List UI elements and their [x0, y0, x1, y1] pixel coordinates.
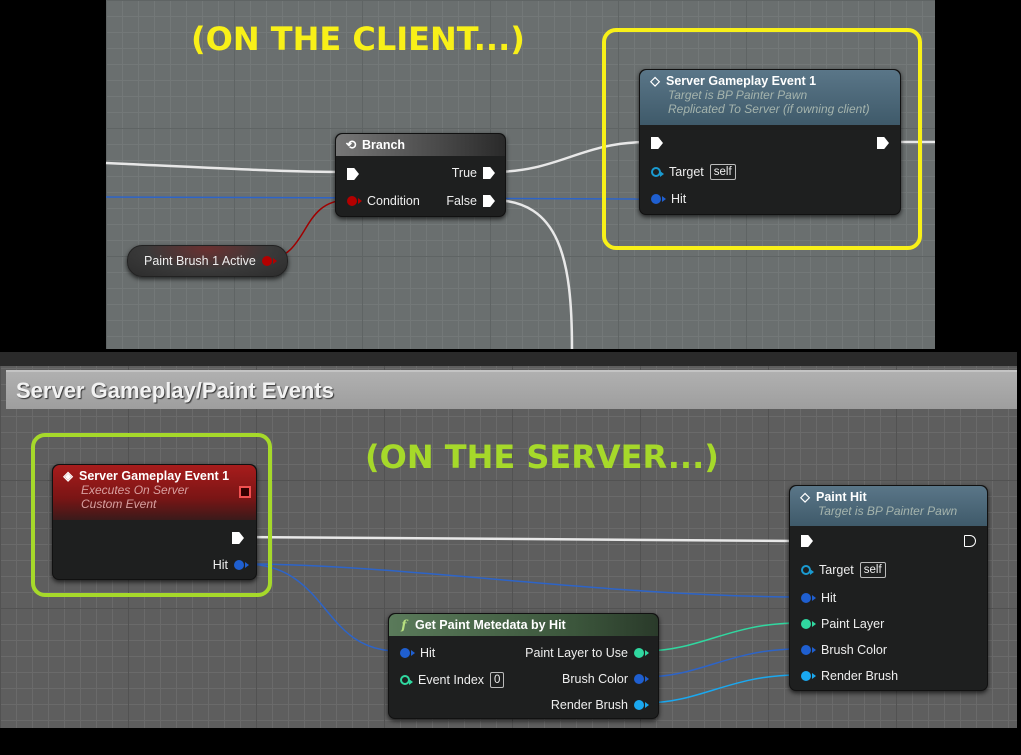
exec-in-pin[interactable] — [347, 168, 359, 180]
variable-label: Paint Brush 1 Active — [144, 254, 256, 268]
struct-wire-color — [644, 648, 799, 678]
exec-in-pin[interactable] — [651, 137, 663, 149]
condition-pin[interactable] — [347, 196, 362, 206]
exec-out-pin[interactable] — [232, 532, 244, 544]
hit-label: Hit — [671, 192, 687, 206]
custom-event-subtitle-2: Custom Event — [81, 497, 157, 511]
paint-layer-label: Paint Layer — [821, 617, 885, 631]
exec-out-pin[interactable] — [877, 137, 889, 149]
server-annotation: (ON THE SERVER...) — [365, 438, 719, 476]
client-annotation: (ON THE CLIENT...) — [191, 20, 525, 58]
server-custom-event-node[interactable]: ◈ Server Gameplay Event 1 Executes On Ser… — [52, 464, 257, 580]
render-brush-label: Render Brush — [821, 669, 899, 683]
paint-hit-subtitle: Target is BP Painter Pawn — [818, 504, 958, 518]
branch-node[interactable]: ⟲ Branch True Condition False — [335, 133, 506, 217]
custom-event-title: Server Gameplay Event 1 — [79, 469, 230, 483]
brush-color-label: Brush Color — [562, 672, 628, 686]
false-exec-pin[interactable] — [483, 195, 495, 207]
target-pin[interactable] — [651, 167, 664, 177]
render-brush-out-pin[interactable] — [634, 700, 649, 710]
hit-label: Hit — [212, 558, 228, 572]
paint-brush-active-variable[interactable]: Paint Brush 1 Active — [127, 245, 288, 277]
branch-icon: ⟲ — [345, 138, 357, 152]
target-label: Target — [819, 563, 854, 577]
event-index-input[interactable]: 0 — [490, 672, 505, 688]
paint-hit-node[interactable]: ◇ Paint Hit Target is BP Painter Pawn Tar… — [789, 485, 988, 691]
call-node-subtitle-1: Target is BP Painter Pawn — [668, 88, 808, 102]
target-label: Target — [669, 165, 704, 179]
cyan-wire-render — [644, 674, 799, 704]
hit-out-pin[interactable] — [234, 560, 249, 570]
false-label: False — [446, 194, 477, 208]
exec-wire-into-branch — [105, 161, 346, 174]
custom-event-icon: ◈ — [63, 469, 73, 483]
struct-wire-hit-to-painthit — [243, 563, 799, 598]
hit-label: Hit — [420, 646, 436, 660]
brush-color-in-pin[interactable] — [801, 645, 816, 655]
condition-label: Condition — [367, 194, 420, 208]
brush-color-label: Brush Color — [821, 643, 887, 657]
render-brush-label: Render Brush — [550, 698, 628, 712]
exec-in-pin[interactable] — [801, 535, 813, 547]
paint-layer-in-pin[interactable] — [801, 619, 816, 629]
true-label: True — [451, 166, 477, 180]
branch-title: Branch — [362, 138, 406, 152]
metadata-title: Get Paint Metedata by Hit — [415, 618, 566, 632]
event-index-label: Event Index — [418, 673, 485, 687]
target-value[interactable]: self — [859, 562, 886, 578]
delegate-pin-icon[interactable] — [239, 486, 251, 498]
hit-label: Hit — [821, 591, 837, 605]
brush-color-out-pin[interactable] — [634, 674, 649, 684]
hit-in-pin[interactable] — [801, 593, 816, 603]
exec-out-pin[interactable] — [964, 535, 976, 547]
true-exec-pin[interactable] — [483, 167, 495, 179]
exec-wire-server — [243, 535, 799, 543]
render-brush-in-pin[interactable] — [801, 671, 816, 681]
event-diamond-icon: ◇ — [650, 74, 660, 88]
paint-layer-label: Paint Layer to Use — [525, 646, 628, 660]
call-node-title: Server Gameplay Event 1 — [666, 74, 817, 88]
paint-hit-title: Paint Hit — [816, 490, 867, 504]
paint-layer-out-pin[interactable] — [634, 648, 649, 658]
hit-in-pin[interactable] — [400, 648, 415, 658]
function-icon: f — [401, 617, 407, 632]
variable-output-pin[interactable] — [261, 256, 277, 266]
hit-pin[interactable] — [651, 194, 666, 204]
custom-event-subtitle-1: Executes On Server — [81, 483, 189, 497]
call-node-subtitle-2: Replicated To Server (if owning client) — [668, 102, 870, 116]
server-gameplay-event-call-node[interactable]: ◇ Server Gameplay Event 1 Target is BP Pa… — [639, 69, 901, 215]
target-value[interactable]: self — [709, 164, 736, 180]
target-pin[interactable] — [801, 565, 814, 575]
teal-wire-layer — [644, 622, 799, 652]
get-paint-metadata-node[interactable]: f Get Paint Metedata by Hit Hit Event Ind… — [388, 613, 659, 719]
event-index-pin[interactable] — [400, 675, 413, 685]
event-diamond-icon: ◇ — [800, 490, 810, 504]
exec-wire-false — [491, 198, 574, 350]
